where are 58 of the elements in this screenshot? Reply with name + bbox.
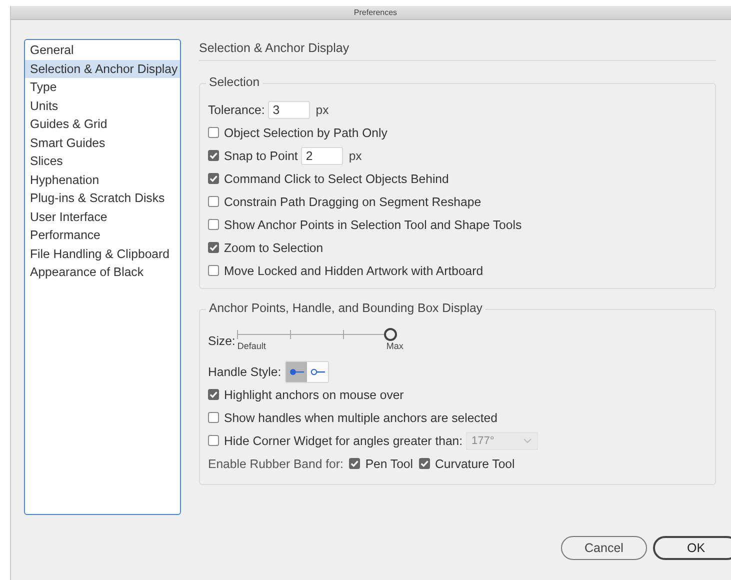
unit-label: px	[316, 102, 329, 116]
checkbox-label: Object Selection by Path Only	[224, 126, 388, 140]
checkbox-label: Show Anchor Points in Selection Tool and Shape Tools	[224, 218, 522, 232]
solid-handle-icon	[288, 368, 305, 376]
slider-thumb[interactable]	[384, 328, 398, 341]
category-item[interactable]: Hyphenation	[25, 170, 180, 189]
input-field[interactable]: 2	[300, 146, 343, 164]
category-item[interactable]: Slices	[25, 152, 180, 170]
chevron-down-icon	[522, 438, 532, 444]
checkbox-label: Move Locked and Hidden Artwork with Artboard	[224, 264, 484, 278]
category-item[interactable]: Units	[25, 96, 180, 115]
checkbox[interactable]	[208, 150, 219, 161]
checkbox-label: Snap to Point	[224, 148, 298, 162]
hollow-handle-icon	[310, 368, 326, 376]
handle-style-option[interactable]	[307, 362, 328, 382]
checkbox[interactable]	[208, 265, 219, 276]
checkbox-label: Command Click to Select Objects Behind	[224, 172, 449, 186]
checkbox[interactable]	[419, 458, 430, 469]
checkbox[interactable]	[208, 127, 219, 138]
category-item[interactable]: Smart Guides	[25, 134, 180, 152]
handle-style-label: Handle Style:	[208, 364, 282, 378]
checkbox-label: Show handles when multiple anchors are selected	[224, 410, 498, 424]
category-item[interactable]: Selection & Anchor Display	[25, 60, 180, 78]
group-title: Selection	[206, 75, 263, 89]
size-label: Size:	[208, 334, 236, 348]
checkbox[interactable]	[208, 242, 219, 253]
cancel-button[interactable]: Cancel	[561, 536, 647, 560]
input-field[interactable]: 3	[268, 100, 310, 118]
checkbox[interactable]	[208, 219, 219, 230]
group-title: Anchor Points, Handle, and Bounding Box Display	[206, 301, 486, 315]
category-item[interactable]: Type	[25, 78, 180, 96]
checkbox-label: Constrain Path Dragging on Segment Reshape	[224, 194, 482, 208]
rubber-band-label: Enable Rubber Band for:	[208, 456, 344, 470]
category-item[interactable]: File Handling & Clipboard	[25, 244, 180, 263]
min-label: Default	[237, 341, 266, 351]
window-title: Preferences	[354, 8, 398, 17]
category-item[interactable]: Guides & Grid	[25, 115, 180, 134]
checkbox[interactable]	[208, 412, 219, 423]
checkbox[interactable]	[349, 458, 360, 469]
checkbox-label: Hide Corner Widget for angles greater than:	[224, 434, 463, 448]
checkbox-label: Zoom to Selection	[224, 240, 324, 254]
handle-style-option[interactable]	[286, 362, 308, 382]
panel-title: Selection & Anchor Display	[199, 39, 716, 61]
unit-label: px	[348, 148, 362, 162]
category-item[interactable]: Appearance of Black	[25, 263, 180, 282]
checkbox[interactable]	[208, 173, 219, 184]
checkbox-label: Pen Tool	[365, 456, 413, 470]
category-item[interactable]: User Interface	[25, 208, 180, 226]
max-label: Max	[386, 341, 404, 351]
ok-button[interactable]: OK	[653, 536, 731, 560]
checkbox-label: Highlight anchors on mouse over	[224, 388, 404, 402]
category-item[interactable]: General	[25, 41, 180, 60]
checkbox-label: Curvature Tool	[435, 456, 515, 470]
category-item[interactable]: Plug-ins & Scratch Disks	[25, 189, 180, 208]
checkbox[interactable]	[208, 196, 219, 207]
category-item[interactable]: Performance	[25, 226, 180, 244]
checkbox[interactable]	[208, 389, 219, 400]
field-label: Tolerance:	[208, 102, 265, 116]
